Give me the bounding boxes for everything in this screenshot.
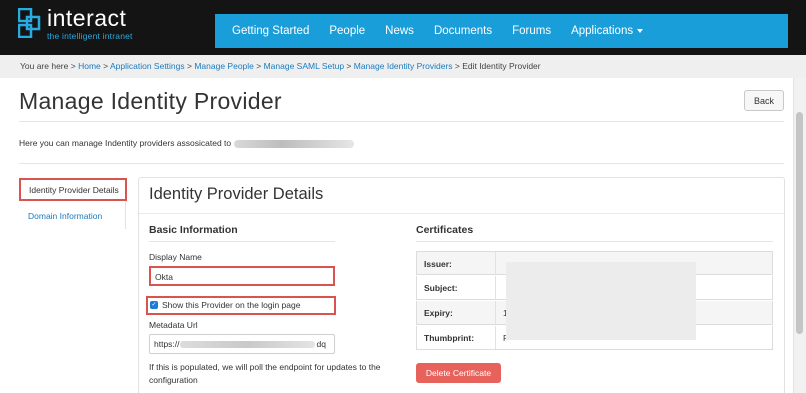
show-on-login-label[interactable]: Show this Provider on the login page: [162, 300, 300, 310]
brand-tagline: the intelligent intranet: [47, 31, 133, 41]
cert-column-divider: [495, 276, 496, 299]
nav-news[interactable]: News: [375, 25, 424, 37]
sidebar-divider: [125, 201, 126, 229]
metadata-help-text: If this is populated, we will poll the e…: [149, 362, 381, 385]
breadcrumb-manage-people[interactable]: Manage People: [194, 61, 254, 71]
panel-divider: [139, 213, 784, 214]
nav-getting-started[interactable]: Getting Started: [222, 25, 319, 37]
redaction-overlay: [506, 262, 696, 340]
basic-info-heading: Basic Information: [149, 224, 238, 236]
cert-key: Thumbprint:: [424, 333, 475, 343]
redacted-url: [233, 139, 354, 148]
redacted-url: [179, 341, 315, 349]
cert-column-divider: [495, 252, 496, 274]
metadata-url-suffix: dq: [316, 339, 326, 349]
metadata-url-input[interactable]: https:// dq: [149, 334, 335, 354]
breadcrumb-current: Edit Identity Provider: [462, 61, 541, 71]
nav-applications[interactable]: Applications: [561, 25, 653, 37]
caret-down-icon: [637, 28, 644, 33]
divider: [19, 121, 784, 122]
delete-certificate-button[interactable]: Delete Certificate: [416, 363, 501, 383]
scrollbar-thumb[interactable]: [796, 112, 803, 334]
divider: [19, 163, 784, 164]
cert-column-divider: [495, 301, 496, 324]
cert-key: Subject:: [424, 283, 458, 293]
metadata-url-prefix: https://: [154, 339, 180, 349]
metadata-url-label: Metadata Url: [149, 320, 198, 330]
nav-documents[interactable]: Documents: [424, 25, 502, 37]
page-title: Manage Identity Provider: [19, 88, 282, 114]
brand-name[interactable]: interact: [47, 5, 126, 32]
display-name-input[interactable]: Okta: [149, 266, 335, 286]
cert-column-divider: [495, 326, 496, 349]
top-bar: interact the intelligent intranet Gettin…: [0, 0, 806, 55]
sidebar-item-domain-information[interactable]: Domain Information: [28, 211, 102, 221]
nav-forums[interactable]: Forums: [502, 25, 561, 37]
interact-logo-icon: [18, 8, 41, 38]
back-button[interactable]: Back: [744, 90, 784, 111]
show-on-login-checkbox[interactable]: ✓: [150, 301, 158, 309]
breadcrumb-manage-identity-providers[interactable]: Manage Identity Providers: [354, 61, 453, 71]
display-name-label: Display Name: [149, 252, 202, 262]
sidebar-item-identity-provider-details[interactable]: Identity Provider Details: [19, 178, 127, 201]
cert-key: Expiry:: [424, 308, 453, 318]
intro-label: Here you can manage Indentity providers …: [19, 138, 232, 148]
cert-key: Issuer:: [424, 259, 452, 269]
breadcrumb: You are here > Home > Application Settin…: [0, 55, 806, 78]
breadcrumb-home[interactable]: Home: [78, 61, 101, 71]
panel-title: Identity Provider Details: [149, 185, 324, 203]
section-divider: [149, 241, 335, 242]
main-nav: Getting Started People News Documents Fo…: [215, 14, 788, 48]
intro-text: Here you can manage Indentity providers …: [19, 138, 354, 148]
nav-applications-label: Applications: [571, 25, 634, 37]
certificates-heading: Certificates: [416, 224, 474, 236]
breadcrumb-application-settings[interactable]: Application Settings: [110, 61, 185, 71]
section-divider: [416, 241, 773, 242]
nav-people[interactable]: People: [319, 25, 375, 37]
breadcrumb-manage-saml-setup[interactable]: Manage SAML Setup: [264, 61, 344, 71]
breadcrumb-prefix: You are here >: [20, 61, 76, 71]
